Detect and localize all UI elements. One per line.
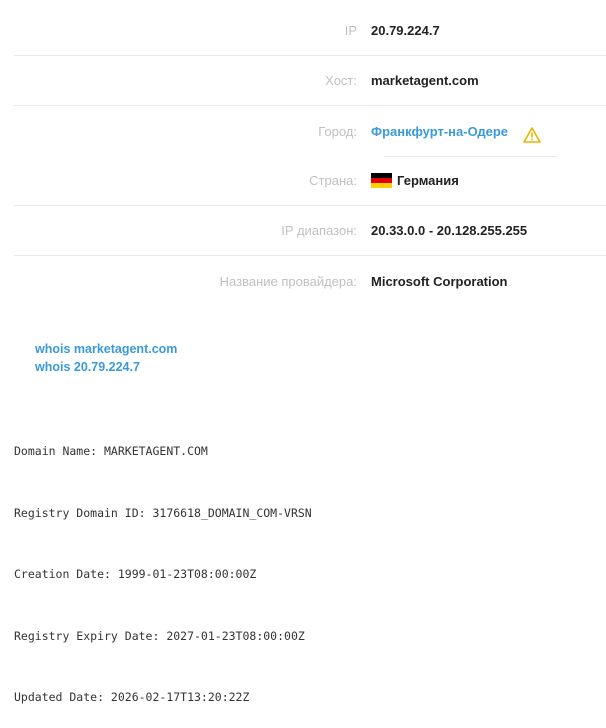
ip-row: IP 20.79.224.7 (14, 6, 606, 56)
whois-output: Domain Name: MARKETAGENT.COM Registry Do… (14, 400, 312, 728)
country-row: Страна: Германия (14, 156, 606, 206)
ip-range-row: IP диапазон: 20.33.0.0 - 20.128.255.255 (14, 206, 606, 256)
city-row: Город: Франкфурт-на-Одере (14, 106, 606, 157)
host-value: marketagent.com (371, 73, 479, 88)
host-label: Хост: (325, 73, 357, 88)
provider-row: Название провайдера: Microsoft Corporati… (14, 256, 606, 306)
warning-icon[interactable] (523, 126, 541, 143)
city-label: Город: (318, 123, 357, 139)
ip-range-label: IP диапазон: (281, 223, 357, 238)
country-value: Германия (397, 173, 459, 188)
ip-value: 20.79.224.7 (371, 23, 440, 38)
germany-flag-icon (371, 173, 392, 188)
provider-label: Название провайдера: (219, 273, 357, 289)
ip-info-table: IP 20.79.224.7 Хост: marketagent.com Гор… (14, 6, 606, 306)
ip-label: IP (344, 23, 357, 38)
whois-line: Updated Date: 2026-02-17T13:20:22Z (14, 690, 250, 704)
whois-ip-link[interactable]: whois 20.79.224.7 (35, 358, 177, 376)
ip-range-value: 20.33.0.0 - 20.128.255.255 (371, 223, 528, 238)
whois-domain-link[interactable]: whois marketagent.com (35, 340, 177, 358)
country-label: Страна: (309, 173, 357, 188)
host-row: Хост: marketagent.com (14, 56, 606, 106)
whois-links: whois marketagent.com whois 20.79.224.7 (35, 340, 177, 376)
whois-line: Domain Name: MARKETAGENT.COM (14, 444, 208, 458)
city-link[interactable]: Франкфурт-на-Одере (371, 123, 511, 140)
whois-line: Creation Date: 1999-01-23T08:00:00Z (14, 567, 257, 581)
provider-value: Microsoft Corporation (371, 273, 508, 289)
whois-line: Registry Domain ID: 3176618_DOMAIN_COM-V… (14, 505, 312, 520)
whois-line: Registry Expiry Date: 2027-01-23T08:00:0… (14, 628, 305, 643)
